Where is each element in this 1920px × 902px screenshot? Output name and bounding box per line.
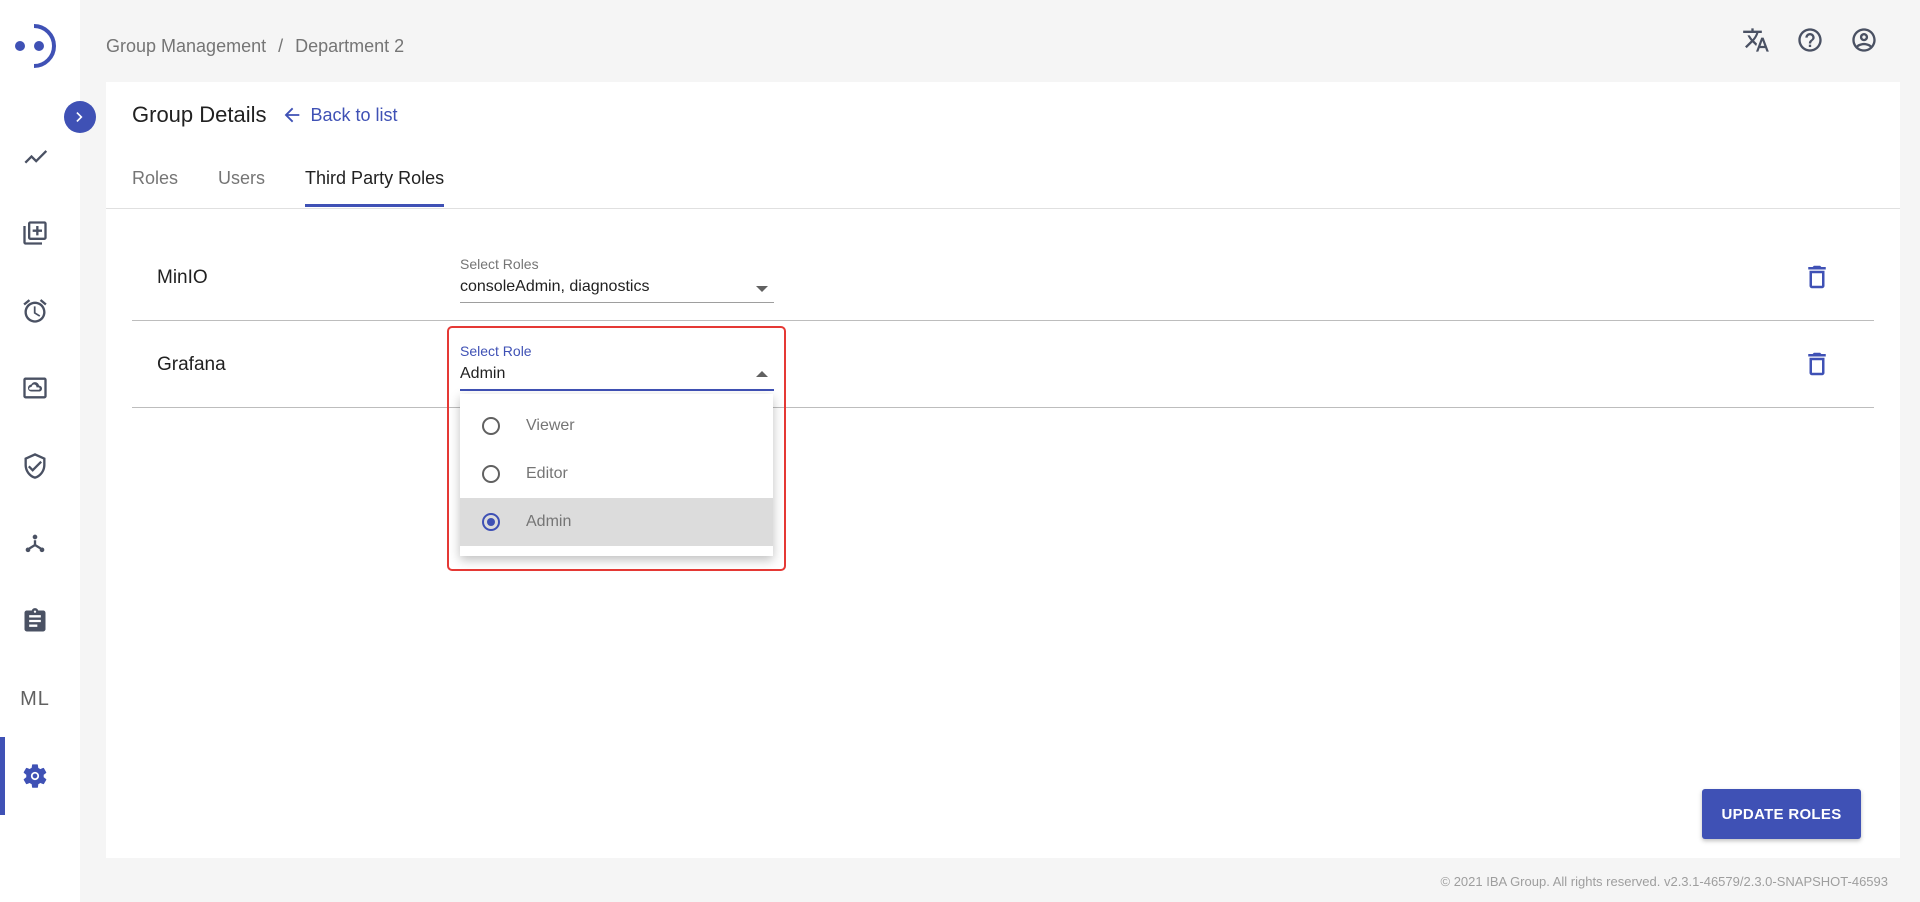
- tabs-divider: [106, 208, 1900, 209]
- expand-sidebar-button[interactable]: [64, 101, 96, 133]
- sidebar-item-settings[interactable]: [0, 746, 70, 806]
- delete-icon: [1808, 352, 1826, 376]
- cloud-storage-icon: [23, 377, 47, 399]
- delete-button[interactable]: [1802, 262, 1832, 292]
- settings-icon: [23, 764, 47, 788]
- footer-copyright: © 2021 IBA Group. All rights reserved. v…: [1440, 874, 1889, 889]
- caret-down-icon: [756, 286, 768, 292]
- clipboard-icon: [24, 608, 46, 632]
- delete-icon: [1808, 265, 1826, 289]
- sidebar-item-reports[interactable]: [0, 591, 70, 651]
- network-icon: [25, 534, 45, 553]
- update-roles-button[interactable]: UPDATE ROLES: [1702, 789, 1861, 839]
- sidebar-item-connections[interactable]: [0, 514, 70, 574]
- option-label: Editor: [526, 465, 568, 482]
- row-name: MinIO: [157, 267, 208, 288]
- translate-icon: [1743, 28, 1769, 52]
- tabs: Roles Users Third Party Roles: [132, 154, 484, 207]
- sidebar-item-security[interactable]: [0, 436, 70, 496]
- select-label: Select Roles: [460, 256, 539, 272]
- row-name: Grafana: [157, 354, 226, 375]
- breadcrumb: Group Management / Department 2: [106, 36, 404, 57]
- shield-check-icon: [24, 453, 46, 479]
- tab-roles[interactable]: Roles: [132, 154, 178, 207]
- sidebar-item-projects[interactable]: [0, 203, 70, 263]
- sidebar-item-storage[interactable]: [0, 358, 70, 418]
- delete-button[interactable]: [1802, 349, 1832, 379]
- option-viewer[interactable]: Viewer: [460, 402, 773, 450]
- select-value: consoleAdmin, diagnostics: [460, 272, 774, 303]
- breadcrumb-separator: /: [278, 36, 284, 56]
- account-button[interactable]: [1848, 24, 1880, 56]
- header-actions: [1740, 24, 1880, 56]
- arrow-left-icon: [284, 107, 299, 123]
- sidebar-item-jobs[interactable]: [0, 281, 70, 341]
- group-details-card: Group Details Back to list Roles Users T…: [106, 82, 1900, 858]
- back-to-list-label: Back to list: [310, 104, 398, 125]
- sidebar-item-dashboard[interactable]: [0, 126, 70, 186]
- select-roles-dropdown[interactable]: Select Roles consoleAdmin, diagnostics: [460, 256, 774, 303]
- role-row-grafana: Grafana Select Role Admin: [132, 321, 1874, 408]
- account-icon: [1852, 28, 1876, 52]
- sidebar-item-ml[interactable]: ML: [0, 669, 70, 729]
- option-editor[interactable]: Editor: [460, 450, 773, 498]
- alarm-icon: [23, 299, 47, 323]
- help-icon: [1798, 28, 1822, 52]
- app-logo[interactable]: [12, 18, 66, 72]
- select-value-text: consoleAdmin, diagnostics: [460, 278, 650, 295]
- help-button[interactable]: [1794, 24, 1826, 56]
- title-row: Group Details Back to list: [132, 102, 398, 128]
- option-admin[interactable]: Admin: [460, 498, 773, 546]
- sidebar: ML: [0, 0, 80, 902]
- radio-unchecked-icon: [482, 465, 500, 483]
- breadcrumb-item-current: Department 2: [295, 36, 405, 56]
- chevron-right-icon: [76, 112, 83, 122]
- translate-button[interactable]: [1740, 24, 1772, 56]
- back-to-list-link[interactable]: Back to list: [281, 104, 398, 126]
- radio-unchecked-icon: [482, 417, 500, 435]
- option-label: Viewer: [526, 417, 575, 434]
- tab-users[interactable]: Users: [218, 154, 265, 207]
- role-row-minio: MinIO Select Roles consoleAdmin, diagnos…: [132, 234, 1874, 321]
- breadcrumb-item-group-management[interactable]: Group Management: [106, 36, 266, 57]
- tab-third-party-roles[interactable]: Third Party Roles: [305, 154, 445, 207]
- ml-icon: ML: [20, 687, 50, 710]
- library-add-icon: [23, 221, 47, 245]
- trending-icon: [24, 150, 48, 164]
- radio-checked-icon: [482, 513, 500, 531]
- page-title: Group Details: [132, 102, 267, 127]
- option-label: Admin: [526, 513, 572, 530]
- role-options-menu: Viewer Editor Admin: [460, 394, 773, 556]
